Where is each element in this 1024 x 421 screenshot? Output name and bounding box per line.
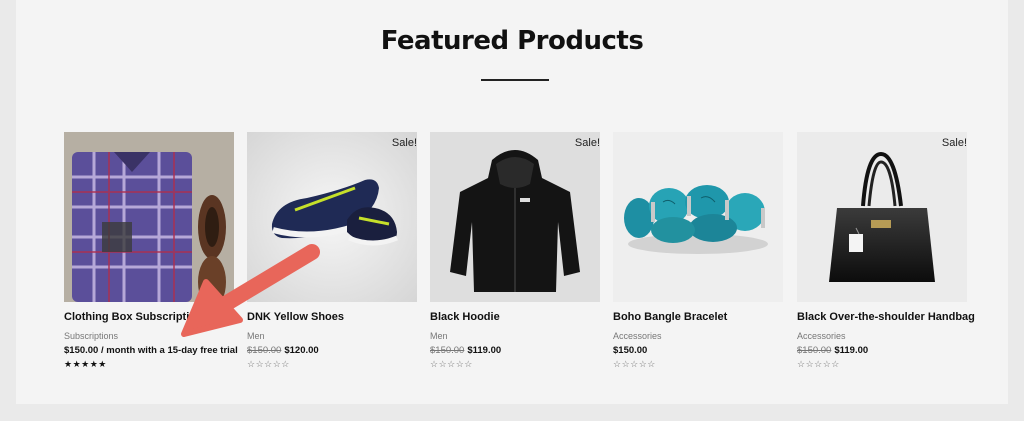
product-category[interactable]: Men <box>247 331 417 341</box>
product-price: $150.00 $119.00 <box>797 345 967 356</box>
sale-price: $119.00 <box>467 345 502 356</box>
price-value: $150.00 / month with a 15-day free trial <box>64 345 238 356</box>
product-category[interactable]: Subscriptions <box>64 331 234 341</box>
subscription-price: $150.00 / month with a 15-day free trial <box>64 345 238 356</box>
product-title[interactable]: Clothing Box Subscription <box>64 311 234 323</box>
sale-badge: Sale! <box>574 137 600 149</box>
product-card[interactable]: Sale! DNK Yellow Shoes Men $150.00 $120.0… <box>247 132 417 370</box>
product-price: $150.00 $119.00 <box>430 345 600 356</box>
product-category[interactable]: Accessories <box>613 331 783 341</box>
title-divider <box>481 79 549 81</box>
product-image-sneakers[interactable]: Sale! <box>247 132 417 302</box>
original-price: $150.00 <box>797 345 832 356</box>
sale-price: $120.00 <box>284 345 319 356</box>
product-title[interactable]: DNK Yellow Shoes <box>247 311 417 323</box>
product-category[interactable]: Men <box>430 331 600 341</box>
product-price: $150.00 <box>613 345 783 356</box>
product-card[interactable]: Sale! Black Hoodie Men $150.00 $119.00 ☆☆… <box>430 132 600 370</box>
product-title[interactable]: Black Over-the-shoulder Handbag <box>797 311 975 323</box>
section-title: Featured Products <box>380 26 644 56</box>
product-image-black-hoodie[interactable]: Sale! <box>430 132 600 302</box>
price-value: $150.00 <box>613 345 648 356</box>
product-card[interactable]: Boho Bangle Bracelet Accessories $150.00… <box>613 132 783 370</box>
product-title[interactable]: Black Hoodie <box>430 311 600 323</box>
sale-badge: Sale! <box>941 137 967 149</box>
star-rating: ☆☆☆☆☆ <box>613 359 656 369</box>
product-card[interactable]: Clothing Box Subscription Subscriptions … <box>64 132 238 370</box>
product-image-plaid-shirt[interactable] <box>64 132 234 302</box>
sale-badge: Sale! <box>391 137 417 149</box>
original-price: $150.00 <box>247 345 282 356</box>
star-rating: ☆☆☆☆☆ <box>430 359 473 369</box>
product-title[interactable]: Boho Bangle Bracelet <box>613 311 783 323</box>
star-rating: ☆☆☆☆☆ <box>797 359 840 369</box>
product-category[interactable]: Accessories <box>797 331 967 341</box>
star-rating: ☆☆☆☆☆ <box>247 359 290 369</box>
sale-price: $119.00 <box>834 345 869 356</box>
product-image-black-handbag[interactable]: Sale! <box>797 132 967 302</box>
product-card[interactable]: Sale! Black Over-the-shoulder Handbag Ac… <box>797 132 975 370</box>
original-price: $150.00 <box>430 345 465 356</box>
star-rating: ★★★★★ <box>64 359 107 369</box>
product-image-turquoise-bracelet[interactable] <box>613 132 783 302</box>
product-price: $150.00 $120.00 <box>247 345 417 356</box>
